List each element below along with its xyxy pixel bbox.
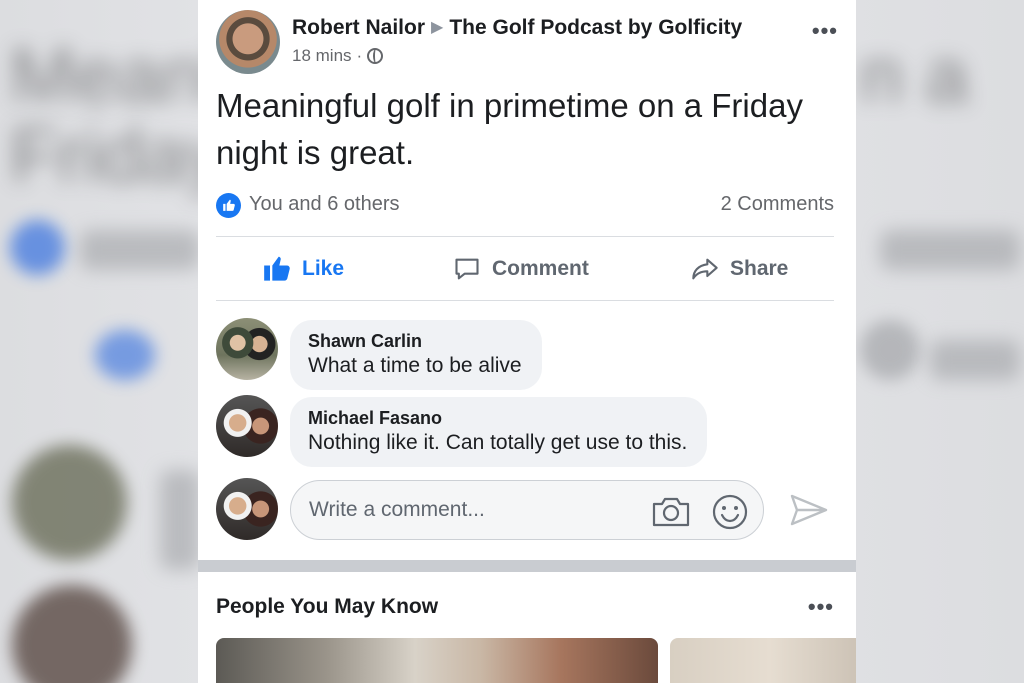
like-button[interactable]: Like — [262, 238, 344, 300]
arrow-right-icon: ▶ — [431, 19, 444, 36]
target-page-name[interactable]: The Golf Podcast by Golficity — [449, 16, 742, 39]
reactions-bar: You and 6 others 2 Comments — [216, 190, 834, 224]
share-button[interactable]: Share — [690, 238, 788, 300]
blurred-shape — [930, 340, 1020, 380]
meta-separator: · — [356, 46, 363, 65]
author-avatar[interactable] — [216, 10, 280, 74]
current-user-avatar — [216, 478, 278, 540]
blurred-shape — [860, 320, 920, 380]
feed-separator — [198, 560, 856, 572]
blurred-text: n a — [860, 31, 969, 119]
blurred-text: Friday — [10, 111, 227, 199]
pymk-card[interactable] — [670, 638, 856, 683]
blurred-shape — [10, 220, 65, 275]
post-panel: Robert Nailor ▶ The Golf Podcast by Golfic… — [198, 0, 856, 683]
action-bar: Like Comment Share — [216, 238, 834, 300]
divider — [216, 236, 834, 237]
comment-text: Nothing like it. Can totally get use to … — [308, 431, 688, 454]
commenter-name[interactable]: Michael Fasano — [308, 407, 687, 429]
more-icon[interactable]: ••• — [808, 594, 834, 620]
comment-count[interactable]: 2 Comments — [721, 193, 834, 216]
emoji-icon[interactable] — [711, 493, 749, 531]
like-label: Like — [302, 257, 345, 280]
comment-input[interactable]: Write a comment... — [290, 480, 764, 540]
camera-icon[interactable] — [651, 495, 691, 529]
pymk-card[interactable] — [216, 638, 658, 683]
blurred-shape — [12, 445, 127, 560]
share-icon — [692, 258, 718, 280]
blurred-shape — [95, 330, 155, 380]
blurred-shape — [880, 230, 1020, 270]
comment-label: Comment — [492, 257, 589, 280]
send-icon[interactable] — [788, 492, 830, 528]
comment-composer: Write a comment... — [216, 478, 836, 542]
divider — [216, 300, 834, 301]
pymk-title: People You May Know — [216, 595, 439, 618]
like-reaction-icon — [216, 193, 241, 218]
commenter-avatar[interactable] — [216, 395, 278, 457]
comment-input-placeholder: Write a comment... — [309, 498, 485, 521]
blurred-text: Meani — [10, 31, 223, 119]
like-icon — [264, 256, 290, 281]
comment-text: What a time to be alive — [308, 354, 522, 377]
post-text: Meaningful golf in primetime on a Friday… — [216, 87, 803, 171]
more-icon[interactable]: ••• — [812, 18, 838, 44]
post-header: Robert Nailor ▶ The Golf Podcast by Golfic… — [216, 10, 838, 74]
post-meta: 18 mins · — [292, 46, 384, 66]
blurred-shape — [160, 470, 200, 570]
author-line: Robert Nailor ▶ The Golf Podcast by Golfic… — [292, 16, 742, 40]
share-label: Share — [730, 257, 789, 280]
comment-bubble[interactable]: Shawn Carlin What a time to be alive — [290, 320, 542, 390]
commenter-avatar[interactable] — [216, 318, 278, 380]
globe-icon — [367, 48, 384, 64]
commenter-name[interactable]: Shawn Carlin — [308, 330, 522, 352]
author-name[interactable]: Robert Nailor — [292, 16, 425, 39]
post-time[interactable]: 18 mins — [292, 46, 352, 66]
comment-icon — [455, 258, 479, 280]
blurred-shape — [80, 230, 200, 270]
reactions-summary[interactable]: You and 6 others — [249, 193, 400, 216]
comment-button[interactable]: Comment — [452, 238, 589, 300]
blurred-shape — [12, 585, 132, 683]
comment-bubble[interactable]: Michael Fasano Nothing like it. Can tota… — [290, 397, 708, 467]
